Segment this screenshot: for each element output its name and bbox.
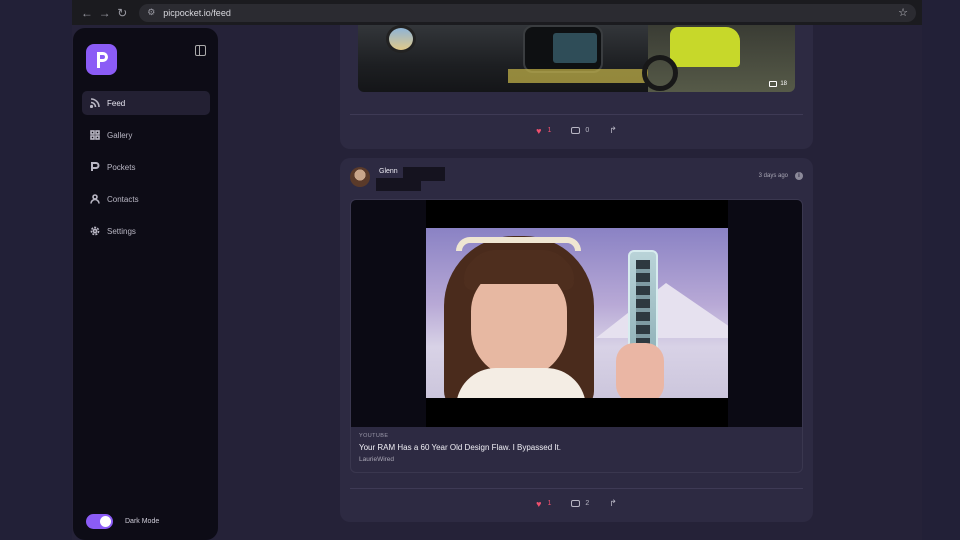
embed-meta: YOUTUBE Your RAM Has a 60 Year Old Desig…: [359, 433, 794, 463]
dark-mode-toggle[interactable]: [86, 514, 113, 529]
sidebar-item-label: Feed: [107, 98, 126, 108]
sidebar-item-label: Pockets: [107, 162, 136, 172]
sidebar-nav: Feed Gallery Pockets Contacts Settings: [82, 91, 210, 251]
avatar[interactable]: [350, 167, 370, 187]
sidebar-item-feed[interactable]: Feed: [82, 91, 210, 115]
thumbnail-detail: [471, 268, 567, 378]
photo-count: 18: [780, 81, 787, 87]
embed-source: YOUTUBE: [359, 433, 389, 439]
sidebar-item-settings[interactable]: Settings: [82, 219, 210, 243]
sidebar: Feed Gallery Pockets Contacts Settings D…: [73, 28, 218, 540]
post-photo-strip[interactable]: 18: [358, 25, 795, 92]
address-bar[interactable]: ⚙ picpocket.io/feed ☆: [139, 3, 916, 22]
photo-detail: [508, 69, 648, 83]
thumbnail-detail: [616, 343, 664, 398]
browser-toolbar: ← → ↻ ⚙ picpocket.io/feed ☆: [72, 0, 922, 25]
video-title[interactable]: Your RAM Has a 60 Year Old Design Flaw. …: [359, 443, 794, 452]
photo-detail: [670, 27, 740, 67]
share-icon: ↱: [609, 125, 617, 135]
sidebar-item-pockets[interactable]: Pockets: [82, 155, 210, 179]
post-actions: ♥ 1 0 ↱: [340, 125, 813, 136]
sidebar-item-label: Gallery: [107, 130, 133, 140]
video-frame: [426, 200, 728, 427]
share-button[interactable]: ↱: [609, 125, 617, 136]
sidebar-collapse-icon[interactable]: [195, 45, 206, 56]
post-photo[interactable]: [358, 25, 648, 92]
sidebar-item-label: Contacts: [107, 194, 139, 204]
post-card: 18 ♥ 1 0 ↱: [340, 25, 813, 149]
comment-count: 2: [585, 500, 590, 507]
comment-icon: [571, 127, 581, 134]
comment-icon: [571, 500, 581, 507]
sidebar-item-gallery[interactable]: Gallery: [82, 123, 210, 147]
forward-icon[interactable]: →: [96, 4, 114, 22]
site-settings-icon[interactable]: ⚙: [147, 7, 155, 18]
dark-mode-label: Dark Mode: [125, 518, 160, 525]
post-photo[interactable]: 18: [642, 25, 795, 92]
grid-icon: [90, 130, 100, 140]
share-button[interactable]: ↱: [609, 498, 617, 509]
thumbnail-detail: [456, 237, 581, 251]
photo-detail: [642, 55, 678, 91]
divider: [350, 114, 803, 115]
heart-icon: ♥: [536, 125, 542, 136]
post-header: Glenn 3 days ago i: [350, 167, 803, 191]
app-logo[interactable]: [86, 44, 117, 75]
photo-count-badge: 18: [769, 81, 787, 87]
logo-p-icon: [96, 51, 108, 68]
post-card: Glenn 3 days ago i YOUTUBE Your RAM Has …: [340, 158, 813, 522]
info-icon[interactable]: i: [795, 172, 803, 180]
redacted-block: [376, 178, 421, 191]
bookmark-star-icon[interactable]: ☆: [898, 6, 908, 19]
camera-icon: [769, 81, 778, 87]
thumbnail-detail: [464, 256, 574, 284]
desktop-background-left: [0, 0, 72, 540]
reload-icon[interactable]: ↻: [113, 4, 131, 22]
user-icon: [90, 194, 100, 204]
heart-icon: ♥: [536, 498, 542, 509]
like-count: 1: [547, 127, 552, 134]
desktop-background-right: [922, 0, 960, 540]
like-button[interactable]: ♥ 1: [536, 499, 551, 509]
video-thumbnail: [426, 228, 728, 398]
photo-detail: [553, 33, 597, 63]
photo-detail: [386, 25, 416, 53]
share-icon: ↱: [609, 498, 617, 508]
comment-count: 0: [585, 127, 590, 134]
divider: [350, 488, 803, 489]
rss-icon: [90, 98, 100, 108]
pockets-icon: [91, 162, 100, 171]
sidebar-item-label: Settings: [107, 226, 136, 236]
gear-icon: [90, 226, 100, 236]
dark-mode-row: Dark Mode: [86, 514, 159, 529]
url-text: picpocket.io/feed: [163, 7, 231, 18]
comment-button[interactable]: 2: [571, 500, 589, 507]
post-timestamp: 3 days ago: [758, 173, 788, 179]
app-window: Feed Gallery Pockets Contacts Settings D…: [72, 25, 922, 540]
author-name[interactable]: Glenn: [379, 168, 398, 175]
video-player[interactable]: [351, 200, 802, 427]
youtube-embed[interactable]: YOUTUBE Your RAM Has a 60 Year Old Desig…: [350, 199, 803, 473]
comment-button[interactable]: 0: [571, 127, 589, 134]
like-count: 1: [547, 500, 552, 507]
back-icon[interactable]: ←: [78, 4, 96, 22]
thumbnail-detail: [596, 283, 728, 338]
like-button[interactable]: ♥ 1: [536, 126, 551, 136]
post-actions: ♥ 1 2 ↱: [340, 498, 813, 509]
video-channel: LaurieWired: [359, 456, 395, 463]
sidebar-item-contacts[interactable]: Contacts: [82, 187, 210, 211]
